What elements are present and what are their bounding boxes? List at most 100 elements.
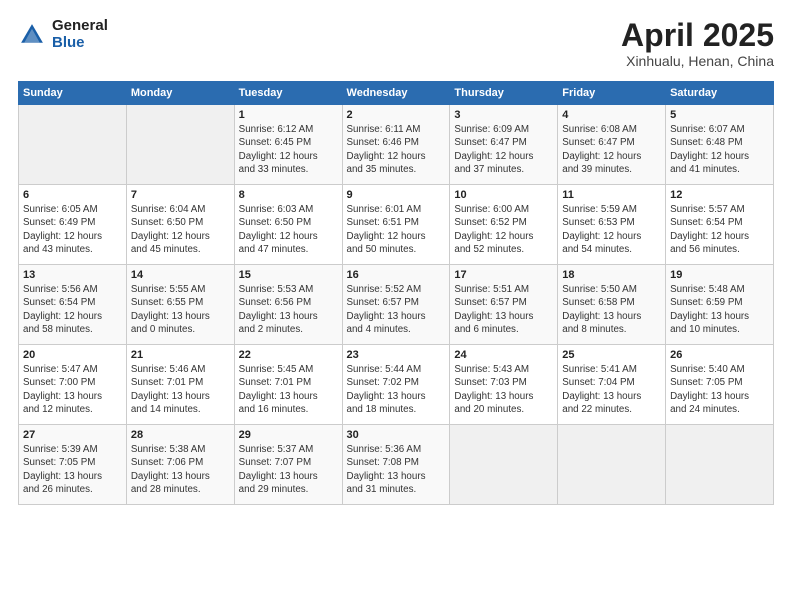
calendar: SundayMondayTuesdayWednesdayThursdayFrid… (18, 81, 774, 505)
day-info: Sunrise: 6:09 AMSunset: 6:47 PMDaylight:… (454, 123, 553, 176)
week-row-0: 1Sunrise: 6:12 AMSunset: 6:45 PMDaylight… (19, 105, 774, 185)
day-cell: 30Sunrise: 5:36 AMSunset: 7:08 PMDayligh… (342, 425, 450, 505)
day-number: 10 (454, 189, 553, 201)
day-info: Sunrise: 6:03 AMSunset: 6:50 PMDaylight:… (239, 203, 338, 256)
day-info: Sunrise: 5:43 AMSunset: 7:03 PMDaylight:… (454, 363, 553, 416)
day-cell: 15 Sunrise: 5:53 AMSunset: 6:56 PMDayligh… (234, 265, 342, 345)
day-number: 23 (347, 349, 446, 361)
day-cell: 8 Sunrise: 6:03 AMSunset: 6:50 PMDaylight… (234, 185, 342, 265)
day-info: Sunrise: 5:38 AMSunset: 7:06 PMDaylight:… (131, 443, 230, 496)
day-number: 24 (454, 349, 553, 361)
header: General Blue April 2025 Xinhualu, Henan,… (18, 18, 774, 69)
day-cell (450, 425, 558, 505)
day-cell: 28 Sunrise: 5:38 AMSunset: 7:06 PMDayligh… (126, 425, 234, 505)
title-block: April 2025 Xinhualu, Henan, China (621, 18, 774, 69)
day-number: 5 (670, 109, 769, 121)
day-cell (126, 105, 234, 185)
day-number: 30 (347, 429, 446, 441)
day-cell: 29 Sunrise: 5:37 AMSunset: 7:07 PMDayligh… (234, 425, 342, 505)
day-info: Sunrise: 6:07 AMSunset: 6:48 PMDaylight:… (670, 123, 769, 176)
day-info: Sunrise: 5:55 AMSunset: 6:55 PMDaylight:… (131, 283, 230, 336)
day-info: Sunrise: 5:48 AMSunset: 6:59 PMDaylight:… (670, 283, 769, 336)
day-cell: 12Sunrise: 5:57 AMSunset: 6:54 PMDayligh… (666, 185, 774, 265)
day-info: Sunrise: 6:12 AMSunset: 6:45 PMDaylight:… (239, 123, 338, 176)
weekday-sunday: Sunday (19, 82, 127, 105)
day-cell: 4Sunrise: 6:08 AMSunset: 6:47 PMDaylight… (558, 105, 666, 185)
day-number: 11 (562, 189, 661, 201)
page: General Blue April 2025 Xinhualu, Henan,… (0, 0, 792, 612)
day-info: Sunrise: 5:45 AMSunset: 7:01 PMDaylight:… (239, 363, 338, 416)
day-info: Sunrise: 5:50 AMSunset: 6:58 PMDaylight:… (562, 283, 661, 336)
day-number: 9 (347, 189, 446, 201)
day-number: 29 (239, 429, 338, 441)
day-cell (19, 105, 127, 185)
day-cell: 6 Sunrise: 6:05 AMSunset: 6:49 PMDaylight… (19, 185, 127, 265)
location: Xinhualu, Henan, China (621, 53, 774, 69)
day-cell: 26 Sunrise: 5:40 AMSunset: 7:05 PMDayligh… (666, 345, 774, 425)
day-number: 15 (239, 269, 338, 281)
day-number: 20 (23, 349, 122, 361)
day-cell: 13Sunrise: 5:56 AMSunset: 6:54 PMDayligh… (19, 265, 127, 345)
day-number: 2 (347, 109, 446, 121)
day-info: Sunrise: 5:40 AMSunset: 7:05 PMDaylight:… (670, 363, 769, 416)
weekday-wednesday: Wednesday (342, 82, 450, 105)
day-cell: 25 Sunrise: 5:41 AMSunset: 7:04 PMDayligh… (558, 345, 666, 425)
day-number: 12 (670, 189, 769, 201)
week-row-4: 27Sunrise: 5:39 AMSunset: 7:05 PMDayligh… (19, 425, 774, 505)
day-info: Sunrise: 5:47 AMSunset: 7:00 PMDaylight:… (23, 363, 122, 416)
day-number: 4 (562, 109, 661, 121)
day-cell: 23Sunrise: 5:44 AMSunset: 7:02 PMDayligh… (342, 345, 450, 425)
day-number: 17 (454, 269, 553, 281)
day-cell: 1Sunrise: 6:12 AMSunset: 6:45 PMDaylight… (234, 105, 342, 185)
day-number: 18 (562, 269, 661, 281)
day-number: 8 (239, 189, 338, 201)
day-number: 27 (23, 429, 122, 441)
weekday-tuesday: Tuesday (234, 82, 342, 105)
day-number: 19 (670, 269, 769, 281)
week-row-1: 6 Sunrise: 6:05 AMSunset: 6:49 PMDaylight… (19, 185, 774, 265)
day-cell: 22 Sunrise: 5:45 AMSunset: 7:01 PMDayligh… (234, 345, 342, 425)
day-info: Sunrise: 5:52 AMSunset: 6:57 PMDaylight:… (347, 283, 446, 336)
day-number: 21 (131, 349, 230, 361)
day-info: Sunrise: 6:11 AMSunset: 6:46 PMDaylight:… (347, 123, 446, 176)
day-info: Sunrise: 6:00 AMSunset: 6:52 PMDaylight:… (454, 203, 553, 256)
day-number: 3 (454, 109, 553, 121)
day-cell: 11 Sunrise: 5:59 AMSunset: 6:53 PMDayligh… (558, 185, 666, 265)
logo-general: General (52, 18, 108, 35)
day-info: Sunrise: 6:04 AMSunset: 6:50 PMDaylight:… (131, 203, 230, 256)
logo-text: General Blue (52, 18, 108, 51)
day-number: 14 (131, 269, 230, 281)
day-info: Sunrise: 5:59 AMSunset: 6:53 PMDaylight:… (562, 203, 661, 256)
day-cell: 9Sunrise: 6:01 AMSunset: 6:51 PMDaylight… (342, 185, 450, 265)
day-cell: 14 Sunrise: 5:55 AMSunset: 6:55 PMDayligh… (126, 265, 234, 345)
day-cell (666, 425, 774, 505)
day-number: 26 (670, 349, 769, 361)
logo-icon (18, 21, 46, 49)
day-info: Sunrise: 5:37 AMSunset: 7:07 PMDaylight:… (239, 443, 338, 496)
weekday-header-row: SundayMondayTuesdayWednesdayThursdayFrid… (19, 82, 774, 105)
day-number: 6 (23, 189, 122, 201)
calendar-header: SundayMondayTuesdayWednesdayThursdayFrid… (19, 82, 774, 105)
day-number: 25 (562, 349, 661, 361)
week-row-3: 20 Sunrise: 5:47 AMSunset: 7:00 PMDayligh… (19, 345, 774, 425)
weekday-friday: Friday (558, 82, 666, 105)
month-year: April 2025 (621, 18, 774, 53)
day-number: 22 (239, 349, 338, 361)
day-info: Sunrise: 5:53 AMSunset: 6:56 PMDaylight:… (239, 283, 338, 336)
day-number: 28 (131, 429, 230, 441)
day-info: Sunrise: 5:41 AMSunset: 7:04 PMDaylight:… (562, 363, 661, 416)
week-row-2: 13Sunrise: 5:56 AMSunset: 6:54 PMDayligh… (19, 265, 774, 345)
day-cell: 10 Sunrise: 6:00 AMSunset: 6:52 PMDayligh… (450, 185, 558, 265)
day-cell: 24 Sunrise: 5:43 AMSunset: 7:03 PMDayligh… (450, 345, 558, 425)
day-info: Sunrise: 6:05 AMSunset: 6:49 PMDaylight:… (23, 203, 122, 256)
day-number: 16 (347, 269, 446, 281)
day-cell: 19 Sunrise: 5:48 AMSunset: 6:59 PMDayligh… (666, 265, 774, 345)
day-cell: 18 Sunrise: 5:50 AMSunset: 6:58 PMDayligh… (558, 265, 666, 345)
day-cell: 2 Sunrise: 6:11 AMSunset: 6:46 PMDaylight… (342, 105, 450, 185)
day-number: 13 (23, 269, 122, 281)
day-cell: 17Sunrise: 5:51 AMSunset: 6:57 PMDayligh… (450, 265, 558, 345)
day-cell: 20 Sunrise: 5:47 AMSunset: 7:00 PMDayligh… (19, 345, 127, 425)
day-cell: 16 Sunrise: 5:52 AMSunset: 6:57 PMDayligh… (342, 265, 450, 345)
weekday-thursday: Thursday (450, 82, 558, 105)
day-cell: 21Sunrise: 5:46 AMSunset: 7:01 PMDayligh… (126, 345, 234, 425)
